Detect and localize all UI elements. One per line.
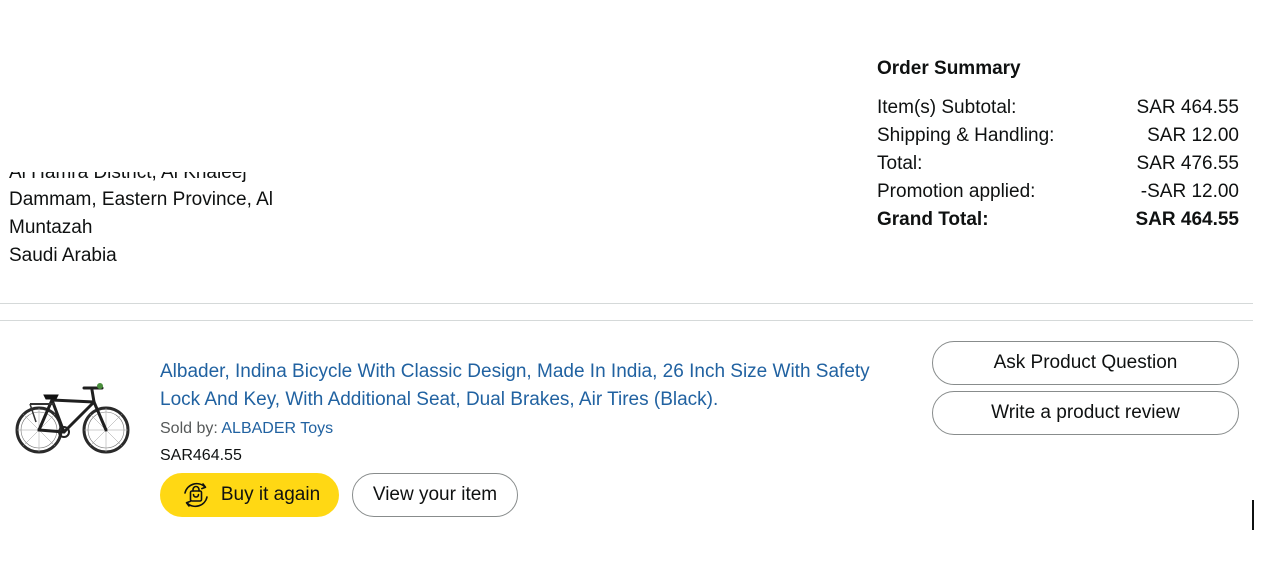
write-product-review-label: Write a product review	[991, 402, 1180, 423]
view-your-item-button[interactable]: View your item	[352, 473, 518, 517]
item-actions: Buy it again View your item	[160, 473, 900, 517]
summary-label: Total:	[877, 153, 923, 174]
product-actions: Ask Product Question Write a product rev…	[932, 341, 1239, 441]
summary-value: SAR 476.55	[1136, 153, 1239, 174]
grand-total-label: Grand Total:	[877, 209, 989, 230]
grand-total-value: SAR 464.55	[1135, 209, 1239, 230]
summary-value: SAR 12.00	[1147, 125, 1239, 146]
ask-product-question-label: Ask Product Question	[993, 352, 1178, 373]
text-cursor	[1252, 500, 1254, 530]
address-line-1: Dammam, Eastern Province, Al	[9, 189, 273, 210]
summary-value: SAR 464.55	[1136, 97, 1239, 118]
seller-info: Sold by: ALBADER Toys	[160, 415, 900, 443]
order-summary: Order Summary Item(s) Subtotal: SAR 464.…	[877, 55, 1239, 234]
summary-row-shipping: Shipping & Handling: SAR 12.00	[877, 122, 1239, 150]
ask-product-question-button[interactable]: Ask Product Question	[932, 341, 1239, 385]
sold-by-label: Sold by:	[160, 420, 218, 437]
summary-row-grand-total: Grand Total: SAR 464.55	[877, 206, 1239, 234]
summary-row-subtotal: Item(s) Subtotal: SAR 464.55	[877, 94, 1239, 122]
write-product-review-button[interactable]: Write a product review	[932, 391, 1239, 435]
section-divider	[0, 320, 1253, 321]
order-item: Albader, Indina Bicycle With Classic Des…	[160, 358, 900, 517]
product-title-link[interactable]: Albader, Indina Bicycle With Classic Des…	[160, 358, 900, 414]
address-country: Saudi Arabia	[9, 245, 117, 266]
order-summary-title: Order Summary	[877, 58, 1021, 79]
summary-row-total: Total: SAR 476.55	[877, 150, 1239, 178]
summary-value: -SAR 12.00	[1140, 181, 1239, 202]
order-details-page: Al Hamra District, Al Khaleej Dammam, Ea…	[0, 0, 1280, 561]
summary-label: Promotion applied:	[877, 181, 1036, 202]
seller-link[interactable]: ALBADER Toys	[221, 420, 333, 437]
buy-it-again-button[interactable]: Buy it again	[160, 473, 339, 517]
section-divider	[0, 303, 1253, 304]
bicycle-icon	[15, 383, 130, 454]
summary-row-promotion: Promotion applied: -SAR 12.00	[877, 178, 1239, 206]
summary-label: Item(s) Subtotal:	[877, 97, 1017, 118]
view-your-item-label: View your item	[372, 484, 498, 505]
address-line-2: Muntazah	[9, 217, 93, 238]
reorder-bag-icon	[184, 482, 208, 508]
bicycle-image[interactable]	[12, 378, 130, 462]
shipping-address: Al Hamra District, Al Khaleej Dammam, Ea…	[9, 172, 309, 270]
summary-label: Shipping & Handling:	[877, 125, 1055, 146]
item-price: SAR464.55	[160, 447, 242, 464]
buy-it-again-label: Buy it again	[220, 484, 321, 505]
address-partial-line: Al Hamra District, Al Khaleej	[9, 172, 247, 183]
